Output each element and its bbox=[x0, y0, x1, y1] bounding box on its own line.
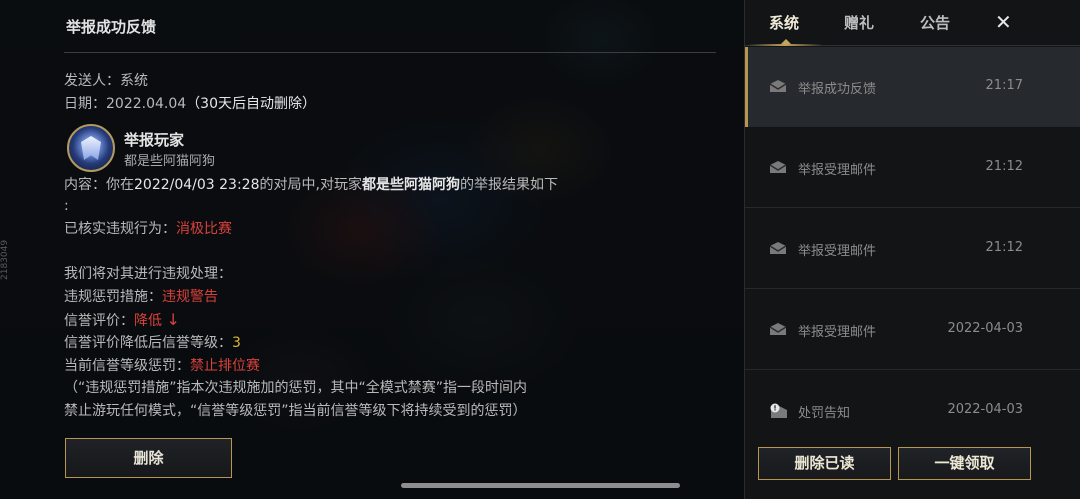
date-note: （30天后自动删除） bbox=[186, 96, 316, 112]
mail-tabs: 系统 赠礼 公告 ✕ bbox=[745, 0, 1080, 46]
date-label: 日期： bbox=[64, 96, 106, 112]
home-indicator[interactable] bbox=[401, 483, 680, 488]
sender-value: 系统 bbox=[120, 73, 148, 89]
mail-subject: 举报受理邮件 bbox=[798, 244, 877, 259]
delete-button[interactable]: 删除 bbox=[65, 438, 232, 478]
title-divider bbox=[64, 52, 716, 53]
content-suffix: 的举报结果如下 bbox=[459, 177, 558, 193]
down-arrow-icon: ↓ bbox=[166, 310, 180, 329]
note-line-2: 禁止游玩任何模式，“信誉等级惩罚”指当前信誉等级下将持续受到的惩罚） bbox=[64, 403, 527, 419]
credit-level-line: 信誉评价降低后信誉等级：3 bbox=[64, 333, 241, 353]
mail-list[interactable]: 举报成功反馈 21:17 举报受理邮件 21:12 举报受理邮件 21:12 举… bbox=[745, 47, 1080, 437]
content-time: 2022/04/03 23:28 bbox=[134, 177, 260, 193]
content-line: 内容：你在2022/04/03 23:28的对局中,对玩家都是些阿猫阿狗的举报结… bbox=[64, 175, 558, 195]
credit-value: 降低 bbox=[134, 313, 162, 329]
active-tab-underline bbox=[747, 44, 823, 46]
mail-subject: 举报受理邮件 bbox=[798, 325, 877, 340]
reported-title: 举报玩家 bbox=[124, 131, 185, 149]
delete-read-button[interactable]: 删除已读 bbox=[758, 447, 891, 480]
verified-value: 消极比赛 bbox=[176, 221, 232, 237]
note-line-1: （“违规惩罚措施”指本次违规施加的惩罚，其中“全模式禁赛”指一段时间内 bbox=[64, 380, 528, 396]
sender-label: 发送人： bbox=[64, 73, 120, 89]
avatar-emblem-icon bbox=[81, 136, 101, 160]
mail-open-icon bbox=[769, 322, 787, 336]
tab-announcement[interactable]: 公告 bbox=[920, 12, 950, 33]
date-line: 日期：2022.04.04（30天后自动删除） bbox=[64, 94, 316, 114]
mail-detail-pane: 举报成功反馈 发送人：系统 日期：2022.04.04（30天后自动删除） 举报… bbox=[64, 0, 720, 499]
current-penalty-value: 禁止排位赛 bbox=[190, 358, 260, 374]
penalty-value: 违规警告 bbox=[162, 289, 218, 305]
mail-open-icon bbox=[769, 241, 787, 255]
mail-panel: 系统 赠礼 公告 ✕ 举报成功反馈 21:17 举报受理邮件 21:12 举报受… bbox=[744, 0, 1080, 499]
mail-item[interactable]: 举报受理邮件 21:12 bbox=[745, 128, 1080, 208]
mail-open-icon bbox=[769, 79, 787, 93]
credit-label: 信誉评价： bbox=[64, 313, 134, 329]
mail-subject: 处罚告知 bbox=[798, 406, 851, 421]
close-icon[interactable]: ✕ bbox=[995, 10, 1012, 34]
reported-player-name: 都是些阿猫阿狗 bbox=[124, 154, 216, 169]
mail-open-icon bbox=[769, 160, 787, 174]
credit-level-label: 信誉评价降低后信誉等级： bbox=[64, 335, 232, 351]
mail-item[interactable]: 举报成功反馈 21:17 bbox=[745, 47, 1080, 127]
mail-item[interactable]: 举报受理邮件 21:12 bbox=[745, 209, 1080, 289]
side-id-text: 2183049 bbox=[0, 239, 10, 280]
penalty-line: 违规惩罚措施：违规警告 bbox=[64, 287, 218, 307]
mail-time: 2022-04-03 bbox=[947, 321, 1023, 336]
mail-time: 2022-04-03 bbox=[947, 402, 1023, 417]
verified-label: 已核实违规行为： bbox=[64, 221, 176, 237]
content-prefix: 内容：你在 bbox=[64, 177, 134, 193]
sender-line: 发送人：系统 bbox=[64, 71, 148, 91]
tab-gift[interactable]: 赠礼 bbox=[844, 12, 874, 33]
credit-line: 信誉评价：降低 ↓ bbox=[64, 310, 180, 331]
mail-panel-footer: 删除已读 一键领取 bbox=[745, 437, 1080, 499]
mail-item[interactable]: 举报受理邮件 2022-04-03 bbox=[745, 290, 1080, 370]
current-penalty-label: 当前信誉等级惩罚： bbox=[64, 358, 190, 374]
mail-subject: 举报受理邮件 bbox=[798, 163, 877, 178]
mail-time: 21:12 bbox=[985, 159, 1023, 174]
mail-time: 21:12 bbox=[985, 240, 1023, 255]
content-mid: 的对局中,对玩家 bbox=[259, 177, 362, 193]
tab-system[interactable]: 系统 bbox=[769, 12, 799, 33]
verified-line: 已核实违规行为：消极比赛 bbox=[64, 219, 232, 239]
content-colon: : bbox=[64, 198, 69, 214]
content-player: 都是些阿猫阿狗 bbox=[361, 177, 460, 193]
mail-time: 21:17 bbox=[985, 78, 1023, 93]
date-value: 2022.04.04 bbox=[106, 96, 187, 112]
mail-alert-icon bbox=[769, 403, 787, 418]
penalty-label: 违规惩罚措施： bbox=[64, 289, 162, 305]
reported-player-avatar bbox=[67, 124, 115, 172]
claim-all-button[interactable]: 一键领取 bbox=[898, 447, 1031, 480]
mail-title: 举报成功反馈 bbox=[66, 18, 157, 36]
credit-level-value: 3 bbox=[232, 335, 241, 351]
mail-subject: 举报成功反馈 bbox=[798, 82, 877, 97]
handling-intro: 我们将对其进行违规处理： bbox=[64, 266, 232, 282]
current-penalty-line: 当前信誉等级惩罚：禁止排位赛 bbox=[64, 356, 260, 376]
mail-item[interactable]: 处罚告知 2022-04-03 bbox=[745, 371, 1080, 437]
